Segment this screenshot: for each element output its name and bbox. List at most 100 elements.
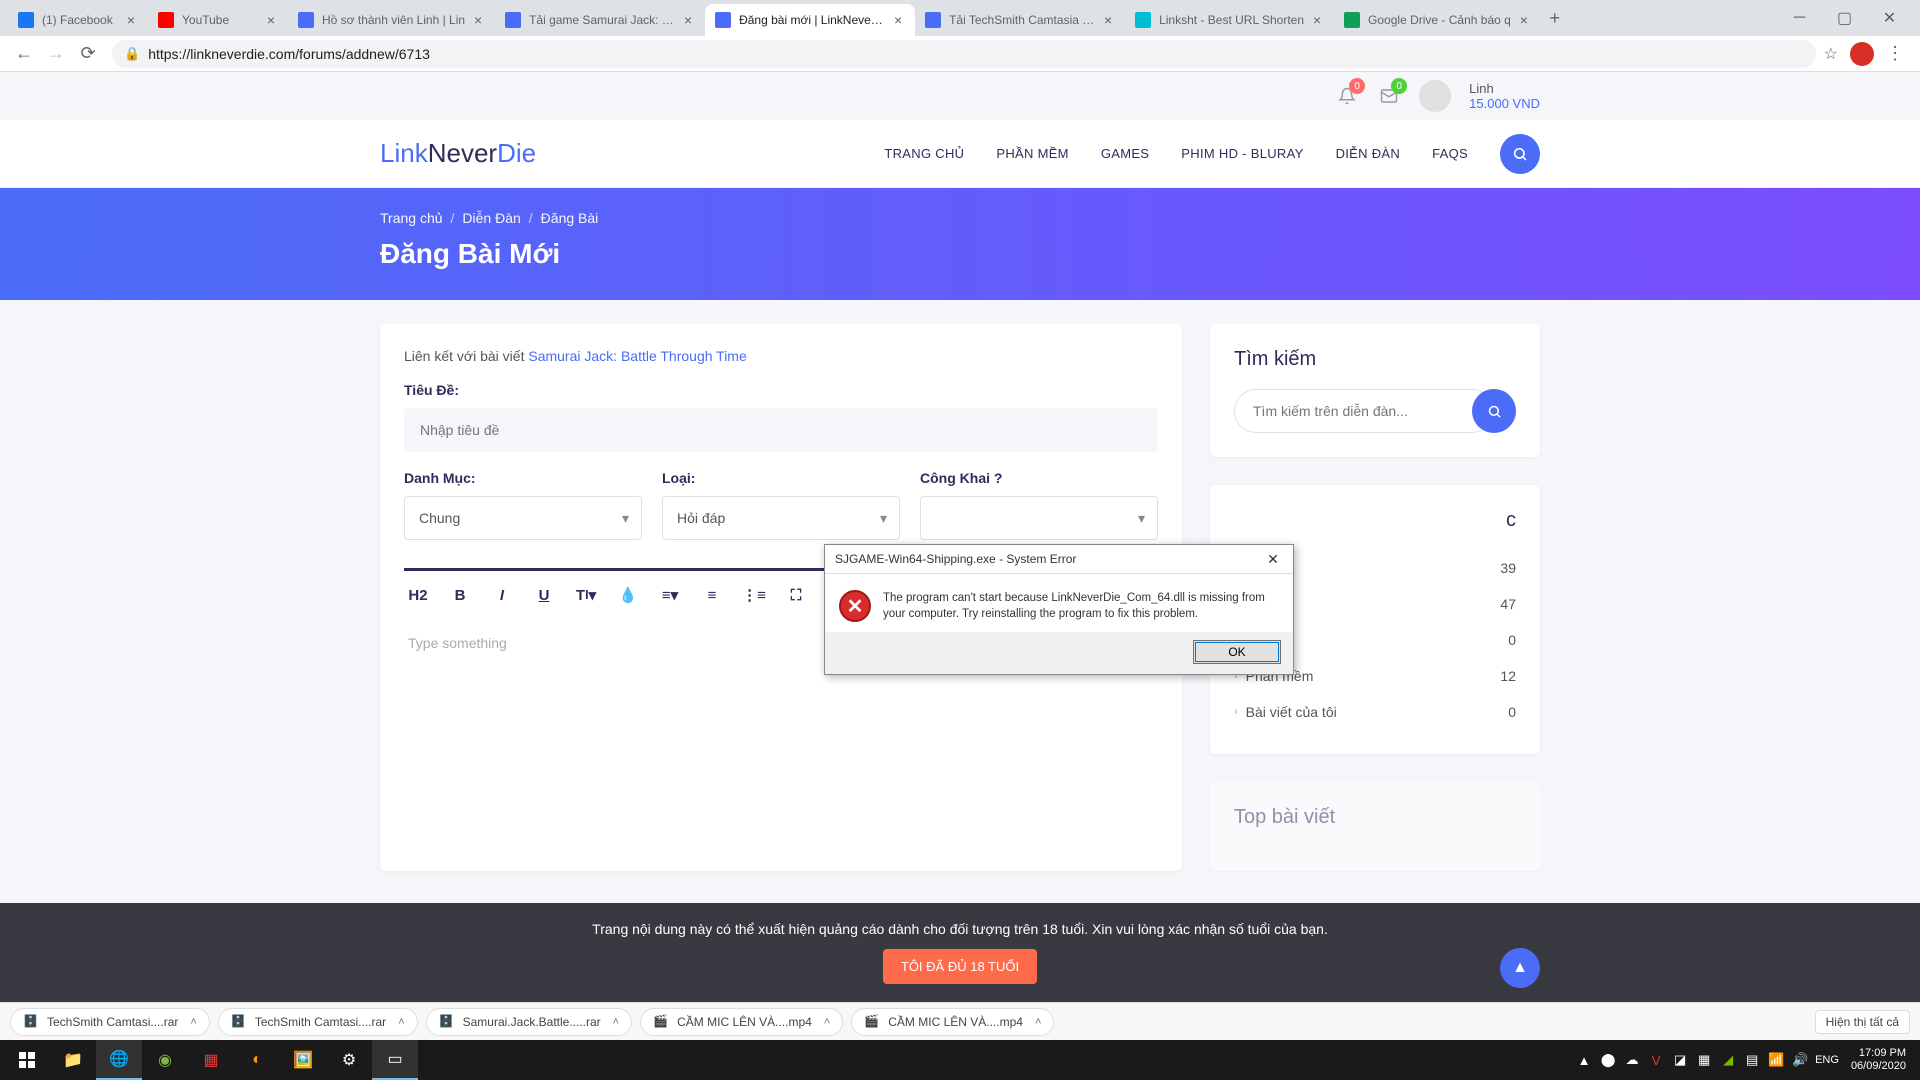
close-icon[interactable]: × [891,13,905,27]
top-posts-card: Top bài viết [1210,782,1540,871]
chevron-up-icon[interactable]: ˄ [1035,1016,1041,1028]
tray-icon[interactable]: ⬤ [1599,1051,1617,1069]
chrome-icon[interactable]: 🌐 [96,1040,142,1080]
tab-samurai[interactable]: Tải game Samurai Jack: Bat× [495,4,705,36]
nav-faqs[interactable]: FAQS [1432,146,1468,161]
app-icon[interactable]: ◐ [234,1040,280,1080]
cat-item[interactable]: ›Bài viết của tôi0 [1234,694,1516,730]
tray-icon[interactable]: ☁ [1623,1051,1641,1069]
clock[interactable]: 17:09 PM 06/09/2020 [1845,1047,1912,1073]
ul-button[interactable]: ⋮≡ [740,581,768,609]
italic-button[interactable]: I [488,581,516,609]
tab-youtube[interactable]: YouTube× [148,4,288,36]
scroll-top-button[interactable]: ▲ [1500,948,1540,988]
download-item[interactable]: 🎬CẦM MIC LÊN VÀ....mp4˄ [640,1008,843,1036]
search-title: Tìm kiếm [1234,348,1516,371]
maximize-button[interactable]: ▢ [1822,3,1867,33]
tab-gdrive[interactable]: Google Drive - Cảnh báo q× [1334,4,1541,36]
reload-button[interactable]: ⟳ [72,38,104,70]
logo[interactable]: LinkNeverDie [380,138,536,169]
nav-home[interactable]: TRANG CHỦ [884,146,964,161]
profile-icon[interactable] [1850,42,1874,66]
start-button[interactable] [4,1040,50,1080]
chevron-up-icon[interactable]: ˄ [824,1016,830,1028]
menu-icon[interactable]: ⋮ [1886,43,1904,64]
public-select[interactable] [920,496,1158,540]
crumb-forum[interactable]: Diễn Đàn [462,210,520,226]
fontsize-button[interactable]: TI▾ [572,581,600,609]
tab-linksht[interactable]: Linksht - Best URL Shorten× [1125,4,1334,36]
explorer-icon[interactable]: 📁 [50,1040,96,1080]
tab-profile[interactable]: Hồ sơ thành viên Linh | Lin× [288,4,495,36]
app-icon[interactable]: ▭ [372,1040,418,1080]
close-icon[interactable]: × [124,13,138,27]
notification-icon[interactable]: 0 [1335,84,1359,108]
close-icon[interactable]: × [681,13,695,27]
forum-search-button[interactable] [1472,389,1516,433]
language-indicator[interactable]: ENG [1815,1054,1839,1066]
nav-forum[interactable]: DIỄN ĐÀN [1336,146,1401,161]
tray-icon[interactable]: ◪ [1671,1051,1689,1069]
download-item[interactable]: 🗄️TechSmith Camtasi....rar˄ [218,1008,418,1036]
search-button[interactable] [1500,134,1540,174]
linked-post-link[interactable]: Samurai Jack: Battle Through Time [528,348,746,364]
close-icon[interactable]: × [1310,13,1324,27]
chevron-up-icon[interactable]: ˄ [613,1016,619,1028]
chevron-up-icon[interactable]: ˄ [398,1016,404,1028]
tray-icon[interactable]: ▲ [1575,1051,1593,1069]
age-confirm-button[interactable]: TÔI ĐÃ ĐỦ 18 TUỔI [883,949,1037,984]
forum-search-input[interactable] [1234,389,1494,433]
message-icon[interactable]: 0 [1377,84,1401,108]
forward-button[interactable]: → [40,38,72,70]
nav-games[interactable]: GAMES [1101,146,1149,161]
wifi-icon[interactable]: 📶 [1767,1051,1785,1069]
underline-button[interactable]: U [530,581,558,609]
tray-icon[interactable]: ▤ [1743,1051,1761,1069]
notif-badge: 0 [1349,78,1365,94]
chevron-up-icon[interactable]: ˄ [190,1016,196,1028]
close-window-button[interactable]: ✕ [1867,3,1912,33]
url-input[interactable]: 🔒 https://linkneverdie.com/forums/addnew… [112,40,1816,68]
dialog-titlebar[interactable]: SJGAME-Win64-Shipping.exe - System Error… [825,545,1293,574]
dialog-ok-button[interactable]: OK [1193,640,1281,664]
close-icon[interactable]: × [1517,13,1531,27]
title-input[interactable] [404,408,1158,452]
heading-button[interactable]: H2 [404,581,432,609]
app-icon[interactable]: ▦ [188,1040,234,1080]
close-icon[interactable]: × [1101,13,1115,27]
type-select[interactable]: Hỏi đáp [662,496,900,540]
ol-button[interactable]: ≡ [698,581,726,609]
avatar[interactable] [1419,80,1451,112]
download-item[interactable]: 🗄️TechSmith Camtasi....rar˄ [10,1008,210,1036]
address-bar: ← → ⟳ 🔒 https://linkneverdie.com/forums/… [0,36,1920,72]
bold-button[interactable]: B [446,581,474,609]
align-button[interactable]: ≡▾ [656,581,684,609]
close-icon[interactable]: × [264,13,278,27]
app-icon[interactable]: ◉ [142,1040,188,1080]
tray-icon[interactable]: V [1647,1051,1665,1069]
volume-icon[interactable]: 🔊 [1791,1051,1809,1069]
crumb-home[interactable]: Trang chủ [380,210,443,226]
nav-software[interactable]: PHẦN MỀM [996,146,1068,161]
download-item[interactable]: 🎬CẦM MIC LÊN VÀ....mp4˄ [851,1008,1054,1036]
new-tab-button[interactable]: + [1541,4,1569,32]
tab-camtasia[interactable]: Tải TechSmith Camtasia Stu× [915,4,1125,36]
show-all-downloads[interactable]: Hiện thị tất cả [1815,1010,1910,1034]
tray-icon[interactable]: ▦ [1695,1051,1713,1069]
category-select[interactable]: Chung [404,496,642,540]
back-button[interactable]: ← [8,38,40,70]
steam-icon[interactable]: ⚙ [326,1040,372,1080]
tray-icon[interactable]: ◢ [1719,1051,1737,1069]
bookmark-icon[interactable]: ☆ [1824,44,1838,64]
user-block[interactable]: Linh 15.000 VND [1469,81,1540,111]
tab-facebook[interactable]: (1) Facebook× [8,4,148,36]
color-button[interactable]: 💧 [614,581,642,609]
fullscreen-button[interactable]: ⛶ [782,581,810,609]
app-icon[interactable]: 🖼️ [280,1040,326,1080]
nav-movies[interactable]: PHIM HD - BLURAY [1181,146,1303,161]
tab-newpost[interactable]: Đăng bài mới | LinkNeverDi× [705,4,915,36]
dialog-close-button[interactable]: ✕ [1261,549,1285,569]
close-icon[interactable]: × [471,13,485,27]
minimize-button[interactable]: ─ [1777,3,1822,33]
download-item[interactable]: 🗄️Samurai.Jack.Battle.....rar˄ [426,1008,632,1036]
